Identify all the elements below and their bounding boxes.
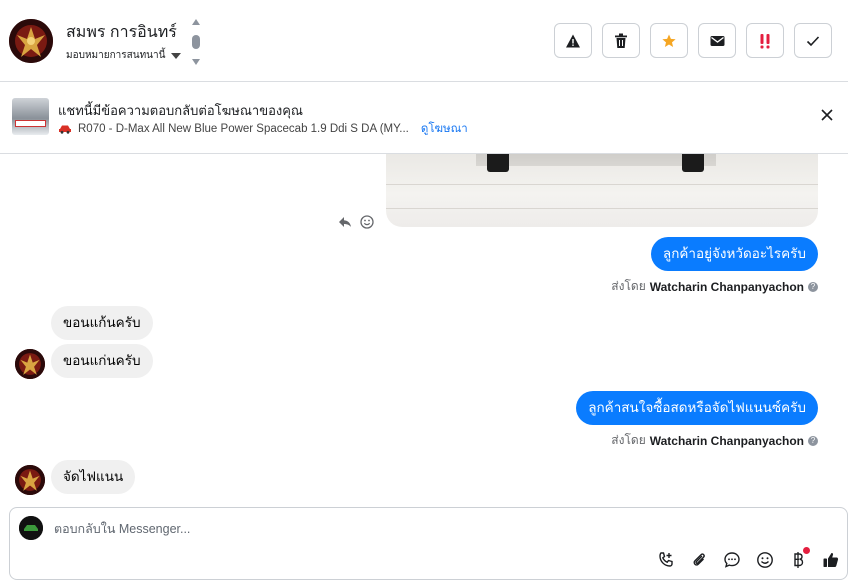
message-thread[interactable]: ลูกค้าอยู่จังหวัดอะไรครับ ส่งโดย Watchar… <box>0 154 848 507</box>
message-hover-tools <box>338 215 374 229</box>
smiley-icon <box>757 552 773 568</box>
conversation-actions <box>554 23 832 58</box>
follow-up-button[interactable] <box>746 23 784 58</box>
mark-unread-button[interactable] <box>698 23 736 58</box>
arrow-up-icon[interactable] <box>192 19 200 25</box>
saved-replies-button[interactable] <box>722 550 742 570</box>
mark-done-button[interactable] <box>794 23 832 58</box>
envelope-icon <box>710 35 724 46</box>
contact-name[interactable]: สมพร การอินทร์ <box>66 20 177 45</box>
emoji-react-icon[interactable] <box>360 215 374 229</box>
sender-name: Watcharin Chanpanyachon <box>649 433 804 448</box>
baht-icon <box>794 552 804 568</box>
warning-icon <box>566 34 580 47</box>
reply-icon[interactable] <box>338 216 352 228</box>
chevron-down-icon <box>171 52 182 59</box>
car-icon <box>59 125 71 134</box>
trash-icon <box>615 33 627 48</box>
mark-spam-button[interactable] <box>554 23 592 58</box>
close-icon <box>821 109 833 121</box>
sent-by-label: ส่งโดย Watcharin Chanpanyachon ? <box>611 277 818 296</box>
incoming-message[interactable]: ขอนแก่นครับ <box>51 344 153 378</box>
assign-conversation-dropdown[interactable]: มอบหมายการสนทนานี้ <box>66 48 182 63</box>
outgoing-message[interactable]: ลูกค้าอยู่จังหวัดอะไรครับ <box>650 237 818 271</box>
composer-toolbar <box>656 547 841 570</box>
ad-banner-title: แชทนี้มีข้อความตอบกลับต่อโฆษณาของคุณ <box>58 103 303 118</box>
message-input[interactable] <box>54 518 654 540</box>
close-banner-button[interactable] <box>820 108 834 122</box>
sent-by-label: ส่งโดย Watcharin Chanpanyachon ? <box>611 431 818 450</box>
image-message[interactable] <box>386 154 818 227</box>
incoming-message[interactable]: ขอนแก้นครับ <box>51 306 153 340</box>
contact-avatar-small <box>15 465 45 495</box>
phone-plus-icon <box>659 552 673 567</box>
sender-name: Watcharin Chanpanyachon <box>649 279 804 294</box>
chat-bubble-icon <box>724 552 740 568</box>
conversation-navigator[interactable] <box>189 19 203 65</box>
reply-composer <box>9 507 848 580</box>
emoji-button[interactable] <box>755 550 775 570</box>
contact-avatar-small <box>15 349 45 379</box>
outgoing-message[interactable]: ลูกค้าสนใจซื้อสดหรือจัดไฟแนนซ์ครับ <box>576 391 818 425</box>
page-avatar <box>19 516 43 540</box>
check-icon <box>806 35 820 46</box>
view-ad-link[interactable]: ดูโฆษณา <box>421 120 468 138</box>
payment-button[interactable] <box>788 547 810 570</box>
ad-banner-subtitle: R070 - D-Max All New Blue Power Spacecab… <box>58 120 468 138</box>
ad-thumbnail <box>12 98 49 135</box>
thumbs-up-icon <box>823 552 839 567</box>
info-icon[interactable]: ? <box>808 281 818 292</box>
assign-label: มอบหมายการสนทนานี้ <box>66 50 166 61</box>
notification-dot <box>803 547 810 554</box>
info-icon[interactable]: ? <box>808 435 818 446</box>
attach-button[interactable] <box>689 550 709 570</box>
ad-reply-banner: แชทนี้มีข้อความตอบกลับต่อโฆษณาของคุณ R07… <box>0 82 848 154</box>
ad-name: R070 - D-Max All New Blue Power Spacecab… <box>78 123 409 135</box>
incoming-message[interactable]: จัดไฟแนน <box>51 460 136 494</box>
call-button[interactable] <box>656 550 676 570</box>
drag-handle-icon <box>192 35 200 49</box>
contact-avatar[interactable] <box>9 19 53 63</box>
star-icon <box>662 34 676 47</box>
star-button[interactable] <box>650 23 688 58</box>
delete-button[interactable] <box>602 23 640 58</box>
arrow-down-icon[interactable] <box>192 59 200 65</box>
double-exclamation-icon <box>760 33 770 48</box>
paperclip-icon <box>693 553 705 566</box>
like-button[interactable] <box>821 550 841 570</box>
conversation-header: สมพร การอินทร์ มอบหมายการสนทนานี้ <box>0 0 848 82</box>
